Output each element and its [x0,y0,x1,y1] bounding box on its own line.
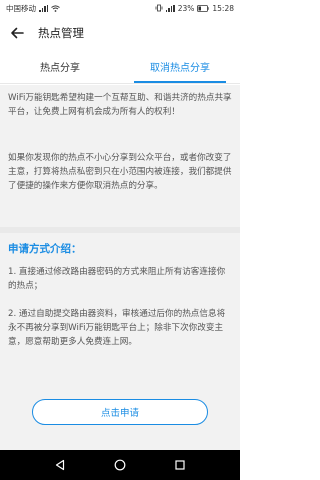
signal-icon [39,4,48,12]
back-button[interactable] [0,16,34,50]
battery-percent: 23% [177,3,195,13]
status-left: 中国移动 [6,3,60,14]
intro-paragraph-1: WiFi万能钥匙希望构建一个互帮互助、和谐共济的热点共享平台，让免费上网有机会成… [8,93,232,117]
wifi-icon [51,4,60,12]
nav-back-icon[interactable] [54,459,66,471]
nav-home-icon[interactable] [114,459,126,471]
app-bar: 热点管理 [0,16,240,50]
status-bar: 中国移动 23% 15:28 [0,0,240,16]
clock: 15:28 [212,3,234,13]
battery-icon [197,4,209,12]
apply-section-title: 申请方式介绍： [8,243,82,255]
apply-step-1: 1. 直接通过修改路由器密码的方式来阻止所有访客连接你的热点； [8,267,226,291]
tab-bar: 热点分享 取消热点分享 [0,50,240,84]
carrier-label: 中国移动 [6,3,36,13]
content-area: WiFi万能钥匙希望构建一个互帮互助、和谐共济的热点共享平台，让免费上网有机会成… [0,85,240,450]
tab-cancel-hotspot-share[interactable]: 取消热点分享 [120,50,240,83]
nav-recents-icon[interactable] [174,459,186,471]
back-arrow-icon [11,27,24,39]
section-divider [0,227,240,233]
page-title: 热点管理 [38,26,84,40]
apply-button[interactable]: 点击申请 [32,399,208,425]
signal-strength-icon [165,4,175,12]
system-nav-bar [0,450,240,480]
status-right: 23% 15:28 [155,4,234,13]
intro-paragraph-2: 如果你发现你的热点不小心分享到公众平台，或者你改变了主意，打算将热点私密到只在小… [8,153,232,191]
tab-hotspot-share[interactable]: 热点分享 [0,50,120,83]
vibrate-icon [155,4,163,12]
apply-step-2: 2. 通过自助提交路由器资料，审核通过后你的热点信息将永不再被分享到WiFi万能… [8,309,226,347]
